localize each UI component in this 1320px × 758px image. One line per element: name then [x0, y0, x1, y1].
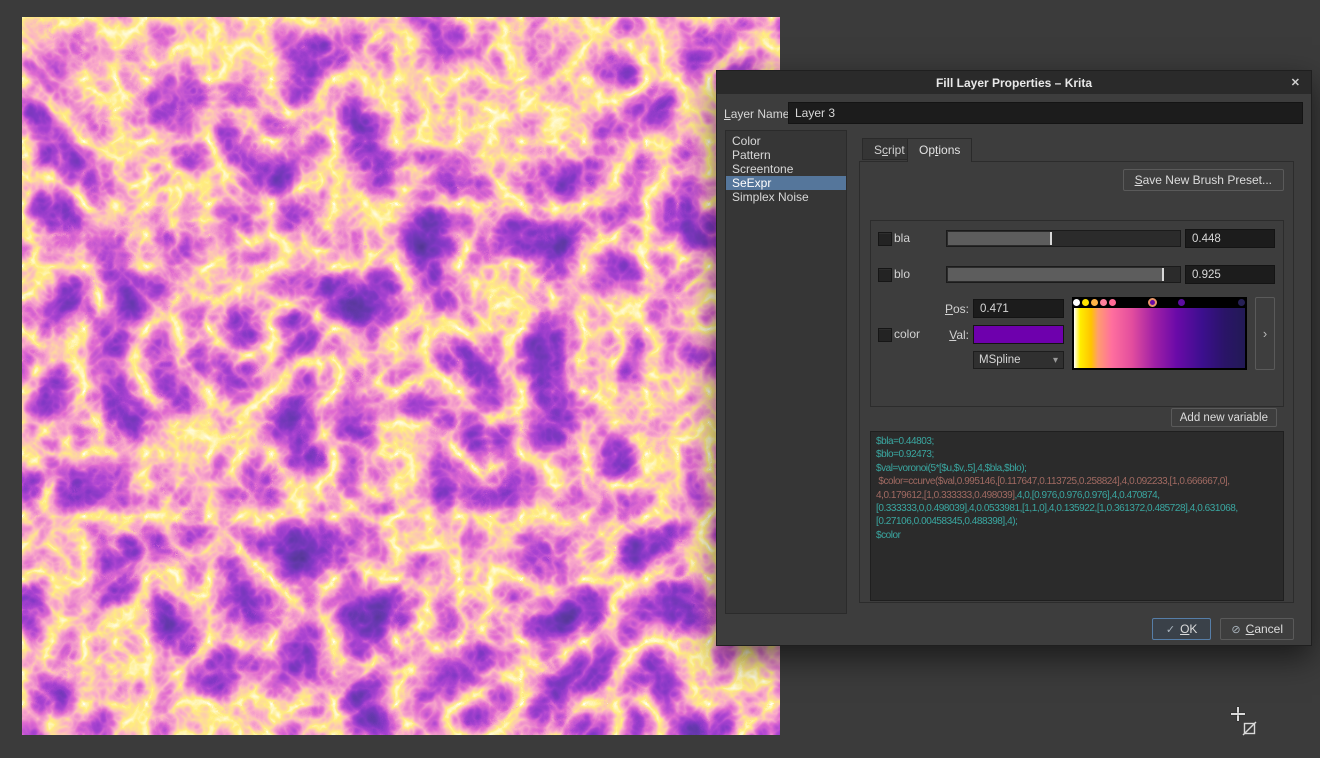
- generator-item-pattern[interactable]: Pattern: [726, 148, 846, 162]
- gradient-marker[interactable]: [1073, 299, 1080, 306]
- dialog-footer: ✓OK ⊘Cancel: [1152, 618, 1294, 640]
- gradient-marker[interactable]: [1082, 299, 1089, 306]
- bla-label: bla: [894, 231, 910, 245]
- code-line: $color=ccurve($val,0.995146,[0.117647,0.…: [876, 475, 1278, 488]
- dialog-title: Fill Layer Properties – Krita: [936, 76, 1092, 90]
- blo-slider[interactable]: [946, 266, 1181, 283]
- code-line: $val=voronoi(5*[$u,$v,.5],4,$bla,$blo);: [876, 462, 1278, 475]
- blo-checkbox[interactable]: [878, 268, 892, 282]
- gradient-more-button[interactable]: ›: [1255, 297, 1275, 370]
- canvas-image[interactable]: [22, 17, 780, 735]
- fill-layer-properties-dialog: Fill Layer Properties – Krita ✕ Layer Na…: [716, 70, 1312, 646]
- variables-frame: bla 0.448 blo 0.925 color Pos: 0.471 Val…: [870, 220, 1284, 407]
- bla-value-field[interactable]: 0.448: [1185, 229, 1275, 248]
- code-line: 4,0.179612,[1,0.333333,0.498039],4,0,[0.…: [876, 489, 1278, 502]
- bla-slider[interactable]: [946, 230, 1181, 247]
- chevron-down-icon: ▾: [1053, 355, 1058, 366]
- options-pane: Save New Brush Preset... bla 0.448 blo 0…: [859, 161, 1294, 603]
- tab-options[interactable]: Options: [907, 138, 972, 162]
- code-line: [0.27106,0.00458345,0.488398],4);: [876, 515, 1278, 528]
- interpolation-dropdown[interactable]: MSpline ▾: [973, 351, 1064, 369]
- generator-item-color[interactable]: Color: [726, 134, 846, 148]
- script-output[interactable]: $bla=0.44803;$blo=0.92473;$val=voronoi(5…: [870, 431, 1284, 601]
- generator-item-seexpr[interactable]: SeExpr: [726, 176, 846, 190]
- layer-name-label: Layer Name:: [724, 107, 793, 121]
- more-arrow-icon: ›: [1263, 326, 1267, 341]
- val-color-swatch[interactable]: [973, 325, 1064, 344]
- gradient-marker[interactable]: [1109, 299, 1116, 306]
- cancel-button[interactable]: ⊘Cancel: [1220, 618, 1294, 640]
- gradient-marker[interactable]: [1148, 298, 1157, 307]
- color-label: color: [894, 327, 920, 341]
- code-line: $bla=0.44803;: [876, 435, 1278, 448]
- val-label: Val:: [923, 328, 969, 342]
- gradient-ramp[interactable]: [1074, 308, 1245, 368]
- generator-list: Color Pattern Screentone SeExpr Simplex …: [725, 130, 847, 614]
- gradient-marker[interactable]: [1091, 299, 1098, 306]
- layer-name-input[interactable]: Layer 3: [788, 102, 1303, 124]
- crosshair-cursor-icon: [1231, 707, 1245, 721]
- ok-button[interactable]: ✓OK: [1152, 618, 1212, 640]
- cancel-slash-icon: ⊘: [1231, 623, 1240, 636]
- dialog-titlebar[interactable]: Fill Layer Properties – Krita ✕: [717, 71, 1311, 94]
- close-icon[interactable]: ✕: [1288, 71, 1303, 94]
- blo-value-field[interactable]: 0.925: [1185, 265, 1275, 284]
- code-line: $color: [876, 529, 1278, 542]
- gradient-marker[interactable]: [1238, 299, 1245, 306]
- add-new-variable-button[interactable]: Add new variable: [1171, 408, 1277, 427]
- pos-value-field[interactable]: 0.471: [973, 299, 1064, 318]
- code-line: [0.333333,0,0.498039],4,0.0533981,[1,1,0…: [876, 502, 1278, 515]
- transform-cursor-icon: [1242, 721, 1257, 736]
- gradient-markers: [1072, 297, 1247, 308]
- generator-item-simplex-noise[interactable]: Simplex Noise: [726, 190, 846, 204]
- blo-label: blo: [894, 267, 910, 281]
- code-line: $blo=0.92473;: [876, 448, 1278, 461]
- gradient-marker[interactable]: [1178, 299, 1185, 306]
- check-icon: ✓: [1166, 623, 1175, 636]
- gradient-widget[interactable]: [1072, 297, 1247, 370]
- save-new-brush-preset-button[interactable]: Save New Brush Preset...: [1123, 169, 1284, 191]
- color-checkbox[interactable]: [878, 328, 892, 342]
- gradient-marker[interactable]: [1100, 299, 1107, 306]
- pos-label: Pos:: [923, 302, 969, 316]
- generator-item-screentone[interactable]: Screentone: [726, 162, 846, 176]
- seexpr-pattern: [22, 17, 780, 735]
- bla-checkbox[interactable]: [878, 232, 892, 246]
